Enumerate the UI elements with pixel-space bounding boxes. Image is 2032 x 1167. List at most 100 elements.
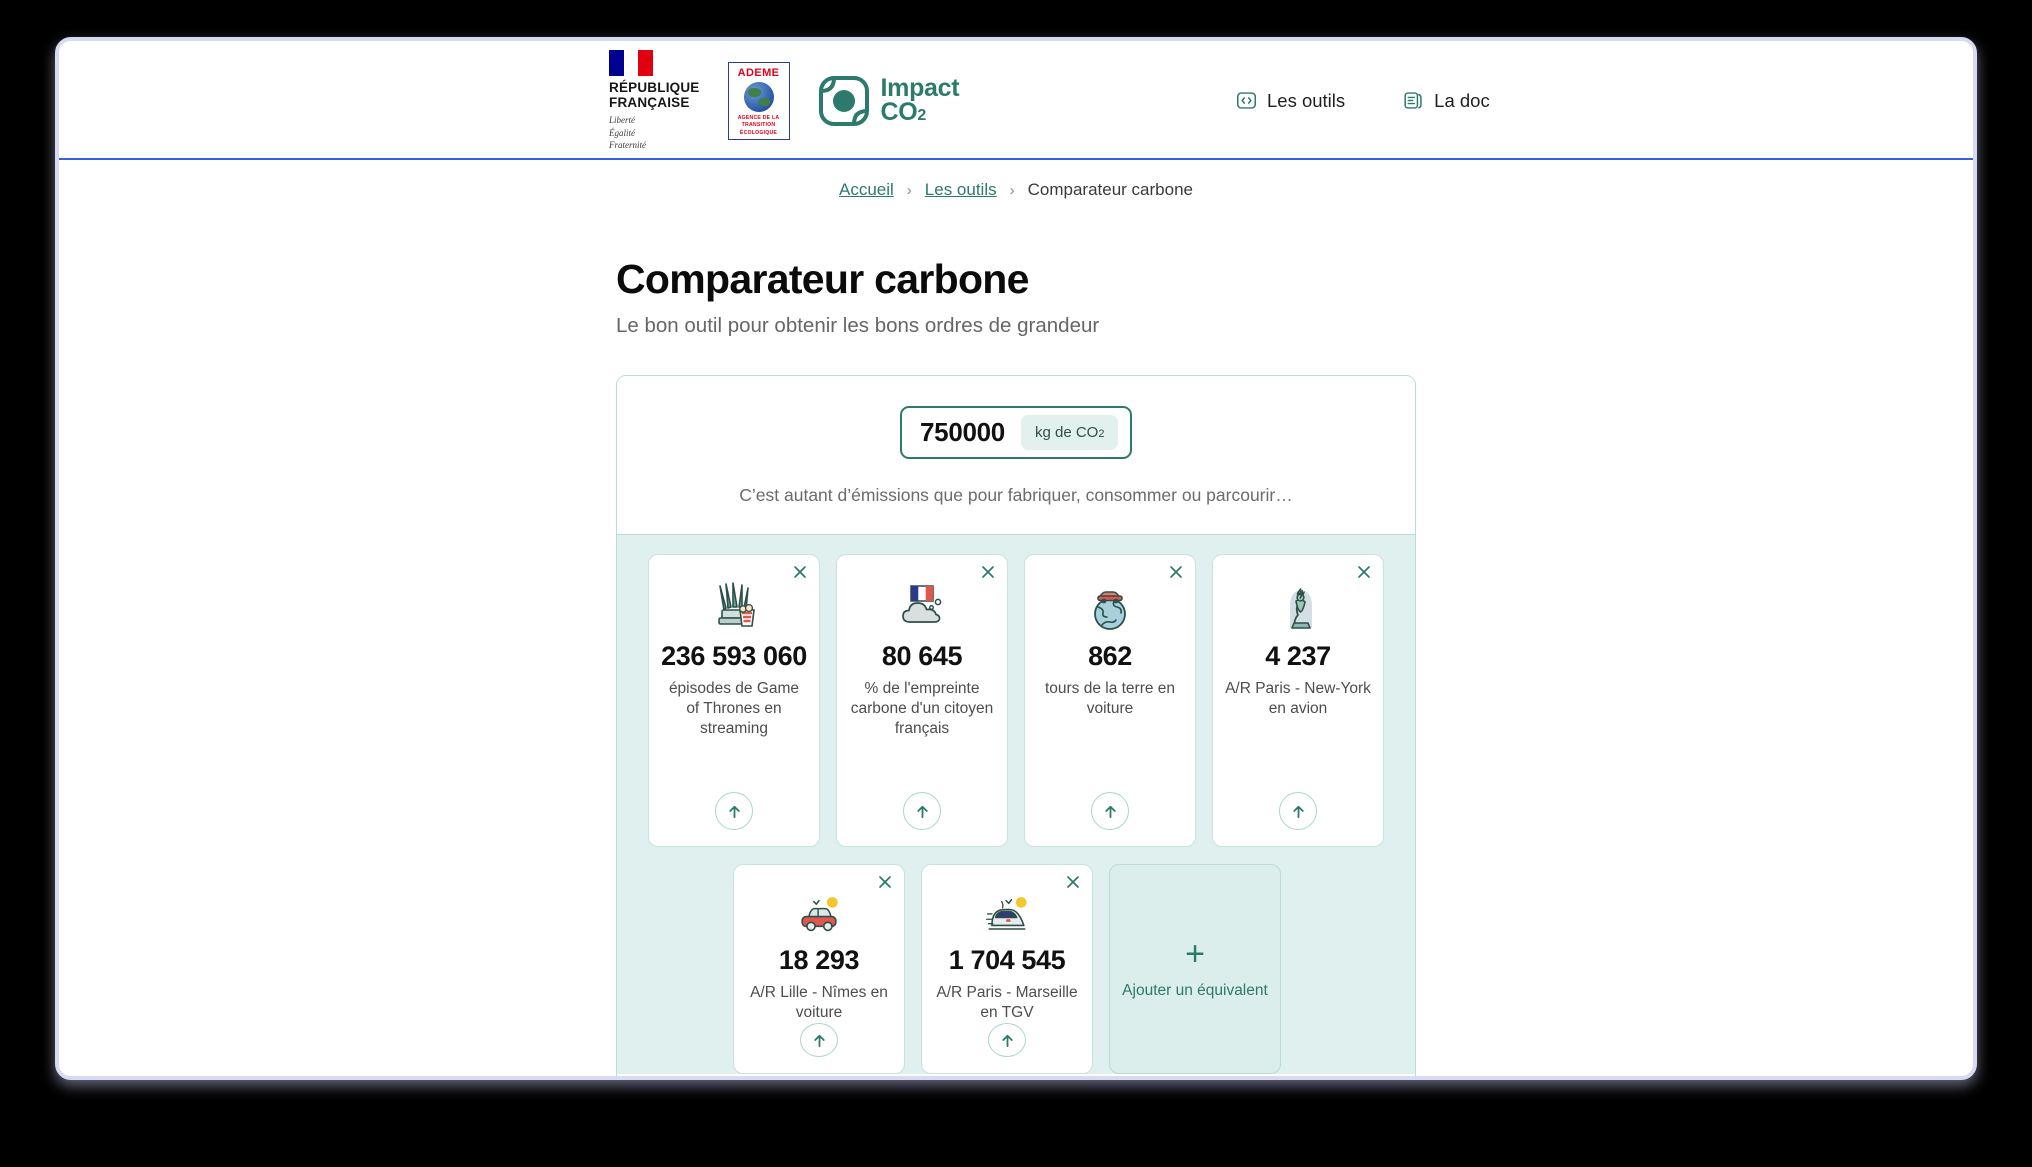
amount-input-group[interactable]: 750000 kg de CO2 xyxy=(900,406,1132,459)
book-icon xyxy=(1404,92,1422,109)
ademe-tagline-line-2: TRANSITION xyxy=(741,122,776,129)
ademe-wordmark: ADEME xyxy=(737,66,780,79)
red-car-sun-icon xyxy=(801,897,838,932)
ademe-tagline: AGENCE DE LA TRANSITION ÉCOLOGIQUE xyxy=(738,115,780,138)
republique-line-1: RÉPUBLIQUE xyxy=(609,80,700,96)
equivalent-label: A/R Paris - Marseille en TGV xyxy=(936,983,1078,1021)
close-icon[interactable] xyxy=(979,563,997,581)
ademe-logo: ADEME AGENCE DE LA TRANSITION ÉCOLOGIQUE xyxy=(727,61,790,140)
nav-item-les-outils[interactable]: Les outils xyxy=(1236,90,1345,112)
close-icon[interactable] xyxy=(1064,873,1082,891)
page-viewport: RÉPUBLIQUE FRANÇAISE Liberté Égalité Fra… xyxy=(59,41,1973,1076)
results-section: 236 593 060 épisodes de Game of Thrones … xyxy=(617,534,1415,1074)
ademe-tagline-line-1: AGENCE DE LA xyxy=(737,114,780,121)
equivalent-label: tours de la terre en voiture xyxy=(1044,680,1176,718)
motto-liberte: Liberté xyxy=(609,115,635,126)
equivalent-row-1: 236 593 060 épisodes de Game of Thrones … xyxy=(639,554,1393,847)
page-subtitle: Le bon outil pour obtenir les bons ordre… xyxy=(616,314,1100,337)
comparator-tool-card: 750000 kg de CO2 C’est autant d’émission… xyxy=(616,375,1416,1076)
iron-throne-popcorn-icon xyxy=(718,582,755,627)
breadcrumb-separator-1: › xyxy=(906,181,912,199)
equivalent-detail-button[interactable] xyxy=(1091,792,1129,830)
republique-francaise-logo: RÉPUBLIQUE FRANÇAISE Liberté Égalité Fra… xyxy=(609,50,700,151)
main-content: Comparateur carbone Le bon outil pour ob… xyxy=(59,220,1973,1076)
equivalent-value: 4 237 xyxy=(1265,641,1331,671)
header-nav: Les outils La doc xyxy=(1236,41,1490,160)
input-section: 750000 kg de CO2 C’est autant d’émission… xyxy=(617,376,1415,534)
close-icon[interactable] xyxy=(1167,563,1185,581)
equivalent-detail-button[interactable] xyxy=(800,1023,838,1057)
equivalent-value: 862 xyxy=(1088,641,1132,671)
french-flag-icon xyxy=(609,50,654,77)
close-icon[interactable] xyxy=(1355,563,1373,581)
code-brackets-icon xyxy=(1237,92,1256,109)
add-equivalent-button[interactable]: + Ajouter un équivalent xyxy=(1109,864,1281,1074)
statue-of-liberty-icon xyxy=(1290,588,1312,629)
impact-co2-word: CO2 xyxy=(880,97,927,126)
breadcrumb-item-les-outils[interactable]: Les outils xyxy=(925,180,997,200)
globe-icon xyxy=(743,81,774,112)
equivalent-row-2: 18 293 A/R Lille - Nîmes en voiture 1 70… xyxy=(639,864,1393,1074)
breadcrumb: Accueil › Les outils › Comparateur carbo… xyxy=(59,160,1973,220)
equivalent-detail-button[interactable] xyxy=(715,792,753,830)
equivalent-detail-button[interactable] xyxy=(1279,792,1317,830)
equivalent-label: épisodes de Game of Thrones en streaming xyxy=(668,680,800,738)
arrow-up-icon xyxy=(1104,805,1116,818)
tgv-train-sun-icon xyxy=(985,897,1027,930)
equivalent-card-game-of-thrones[interactable]: 236 593 060 épisodes de Game of Thrones … xyxy=(648,554,820,847)
motto-egalite: Égalité xyxy=(609,127,635,138)
equivalent-value: 1 704 545 xyxy=(948,944,1066,975)
equivalent-detail-button[interactable] xyxy=(988,1023,1026,1057)
arrow-up-icon xyxy=(813,1034,825,1047)
impact-wordmark: Impact CO2 xyxy=(880,76,960,126)
equivalent-value: 80 645 xyxy=(881,641,963,671)
equivalent-value: 18 293 xyxy=(778,944,860,975)
motto-fraternite: Fraternité xyxy=(609,139,646,150)
unit-subscript: 2 xyxy=(1098,428,1105,440)
close-icon[interactable] xyxy=(876,873,894,891)
arrow-up-icon xyxy=(728,805,740,818)
sun-icon xyxy=(826,897,838,908)
impact-co2-mark-icon xyxy=(818,75,869,126)
equivalent-value: 236 593 060 xyxy=(661,641,807,671)
arrow-up-icon xyxy=(916,805,928,818)
arrow-up-icon xyxy=(1292,805,1304,818)
nav-label-les-outils: Les outils xyxy=(1267,89,1346,111)
browser-window: RÉPUBLIQUE FRANÇAISE Liberté Égalité Fra… xyxy=(55,37,1977,1080)
arrow-up-icon xyxy=(1001,1034,1013,1047)
breadcrumb-separator-2: › xyxy=(1009,181,1015,199)
republique-line-2: FRANÇAISE xyxy=(609,95,690,111)
add-equivalent-label: Ajouter un équivalent xyxy=(1122,981,1268,999)
equivalent-card-tours-de-la-terre[interactable]: 862 tours de la terre en voiture xyxy=(1024,554,1196,847)
unit-selector[interactable]: kg de CO2 xyxy=(1020,415,1119,450)
equivalent-label: % de l'empreinte carbone d'un citoyen fr… xyxy=(850,680,994,738)
republique-title: RÉPUBLIQUE FRANÇAISE xyxy=(609,80,700,110)
unit-label: kg de CO xyxy=(1034,424,1099,441)
nav-item-la-doc[interactable]: La doc xyxy=(1403,90,1490,112)
ademe-tagline-line-3: ÉCOLOGIQUE xyxy=(739,129,778,136)
impact-co2-logo[interactable]: Impact CO2 xyxy=(818,75,960,127)
site-header: RÉPUBLIQUE FRANÇAISE Liberté Égalité Fra… xyxy=(59,41,1973,160)
page-title: Comparateur carbone xyxy=(616,256,1029,302)
sun-icon xyxy=(1015,897,1027,908)
earth-car-icon xyxy=(1094,591,1126,630)
equivalent-card-paris-new-york[interactable]: 4 237 A/R Paris - New-York en avion xyxy=(1212,554,1384,847)
equivalent-detail-button[interactable] xyxy=(903,792,941,830)
equivalent-card-lille-nimes[interactable]: 18 293 A/R Lille - Nîmes en voiture xyxy=(733,864,905,1074)
equivalent-card-paris-marseille[interactable]: 1 704 545 A/R Paris - Marseille en TGV xyxy=(921,864,1093,1074)
content-column: Comparateur carbone Le bon outil pour ob… xyxy=(616,256,1416,1076)
equivalent-label: A/R Paris - New-York en avion xyxy=(1225,680,1371,718)
equivalent-card-empreinte-citoyen[interactable]: 80 645 % de l'empreinte carbone d'un cit… xyxy=(836,554,1008,847)
republique-motto: Liberté Égalité Fraternité xyxy=(609,114,646,150)
equivalent-label: A/R Lille - Nîmes en voiture xyxy=(750,983,888,1021)
french-flag-icon xyxy=(910,585,934,602)
french-flag-cloud-icon xyxy=(902,585,942,623)
nav-label-la-doc: La doc xyxy=(1434,89,1490,111)
helper-text: C’est autant d’émissions que pour fabriq… xyxy=(739,485,1293,505)
breadcrumb-item-current: Comparateur carbone xyxy=(1027,180,1193,199)
plus-icon: + xyxy=(1185,934,1205,973)
breadcrumb-item-accueil[interactable]: Accueil xyxy=(839,180,894,200)
logo-cluster: RÉPUBLIQUE FRANÇAISE Liberté Égalité Fra… xyxy=(609,41,960,160)
close-icon[interactable] xyxy=(791,563,809,581)
amount-input[interactable]: 750000 xyxy=(920,417,1005,448)
